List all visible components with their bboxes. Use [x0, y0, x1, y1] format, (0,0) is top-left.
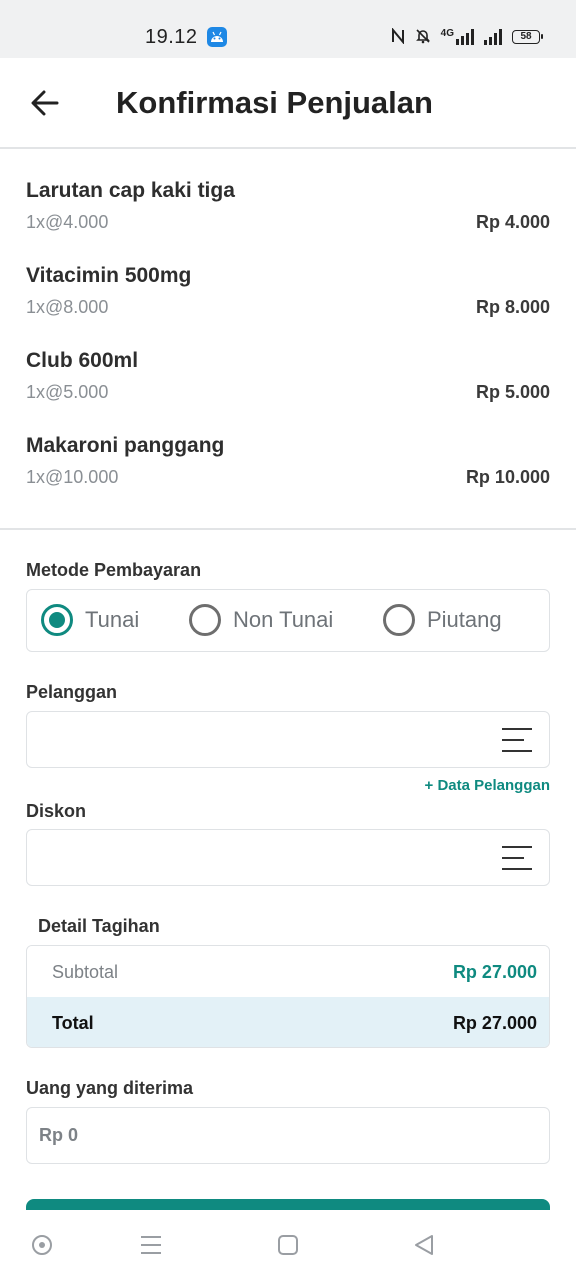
- subtotal-row: Subtotal Rp 27.000: [27, 946, 549, 997]
- customer-label: Pelanggan: [26, 682, 118, 702]
- network-type: 4G: [440, 28, 454, 39]
- received-amount-input[interactable]: [26, 1107, 550, 1164]
- customer-select[interactable]: [26, 711, 550, 768]
- status-icons: 4G 58: [391, 26, 543, 48]
- total-value: Rp 27.000: [452, 1013, 537, 1033]
- item-total: Rp 4.000: [475, 212, 550, 232]
- nfc-icon: [391, 26, 405, 47]
- arrow-left-icon: [31, 90, 59, 116]
- subtotal-label: Subtotal: [52, 962, 119, 982]
- item-name: Club 600ml: [26, 349, 139, 372]
- radio-unselected-icon: [189, 604, 221, 636]
- item-name: Makaroni panggang: [26, 434, 225, 457]
- nav-assistant-button[interactable]: [27, 1230, 57, 1260]
- subtotal-value: Rp 27.000: [452, 962, 537, 982]
- circle-dot-icon: [32, 1235, 52, 1255]
- item-qty: 1x@10.000: [26, 467, 119, 487]
- item-qty: 1x@8.000: [26, 297, 109, 317]
- menu-lines-icon: [141, 1236, 161, 1254]
- total-label: Total: [52, 1013, 94, 1033]
- radio-label: Non Tunai: [233, 607, 334, 632]
- android-app-icon: [207, 27, 227, 47]
- discount-select[interactable]: [26, 829, 550, 886]
- nav-menu-button[interactable]: [136, 1230, 166, 1260]
- menu-icon: [502, 728, 532, 752]
- payment-method-label: Metode Pembayaran: [26, 560, 202, 580]
- radio-label: Tunai: [85, 607, 140, 632]
- menu-icon: [502, 846, 532, 870]
- status-time: 19.12: [145, 26, 198, 48]
- add-customer-link[interactable]: + Data Pelanggan: [425, 777, 550, 794]
- item-name: Larutan cap kaki tiga: [26, 179, 235, 202]
- square-home-icon: [278, 1235, 298, 1255]
- nav-back-button[interactable]: [409, 1230, 439, 1260]
- system-nav-bar: [0, 1210, 576, 1280]
- triangle-back-icon: [415, 1235, 433, 1255]
- item-total: Rp 10.000: [465, 467, 550, 487]
- signal-4g-icon: 4G: [441, 29, 474, 45]
- total-row: Total Rp 27.000: [27, 997, 549, 1047]
- status-bar: 19.12 4G 58: [0, 0, 576, 58]
- nav-home-button[interactable]: [273, 1230, 303, 1260]
- received-label: Uang yang diterima: [26, 1078, 194, 1098]
- mute-bell-icon: [415, 28, 431, 47]
- app-bar: Konfirmasi Penjualan: [0, 58, 576, 149]
- list-item: Larutan cap kaki tiga 1x@4.000 Rp 4.000: [26, 179, 550, 249]
- radio-piutang[interactable]: Piutang: [383, 590, 502, 650]
- back-button[interactable]: [22, 80, 68, 126]
- item-name: Vitacimin 500mg: [26, 264, 192, 287]
- signal-icon: [484, 29, 502, 45]
- radio-tunai[interactable]: Tunai: [41, 590, 139, 650]
- bill-detail-card: Subtotal Rp 27.000 Total Rp 27.000: [26, 945, 550, 1048]
- radio-selected-icon: [41, 604, 73, 636]
- item-total: Rp 8.000: [475, 297, 550, 317]
- list-item: Club 600ml 1x@5.000 Rp 5.000: [26, 349, 550, 419]
- item-list: Larutan cap kaki tiga 1x@4.000 Rp 4.000 …: [0, 150, 576, 530]
- item-qty: 1x@5.000: [26, 382, 109, 402]
- radio-unselected-icon: [383, 604, 415, 636]
- battery-icon: 58: [512, 30, 543, 44]
- page-title: Konfirmasi Penjualan: [116, 85, 433, 120]
- bill-detail-title: Detail Tagihan: [38, 916, 160, 936]
- item-total: Rp 5.000: [475, 382, 550, 402]
- radio-non-tunai[interactable]: Non Tunai: [189, 590, 333, 650]
- list-item: Vitacimin 500mg 1x@8.000 Rp 8.000: [26, 264, 550, 334]
- radio-label: Piutang: [427, 607, 502, 632]
- payment-method-group: Tunai Non Tunai Piutang: [26, 589, 550, 652]
- list-item: Makaroni panggang 1x@10.000 Rp 10.000: [26, 434, 550, 504]
- discount-label: Diskon: [26, 801, 87, 821]
- item-qty: 1x@4.000: [26, 212, 109, 232]
